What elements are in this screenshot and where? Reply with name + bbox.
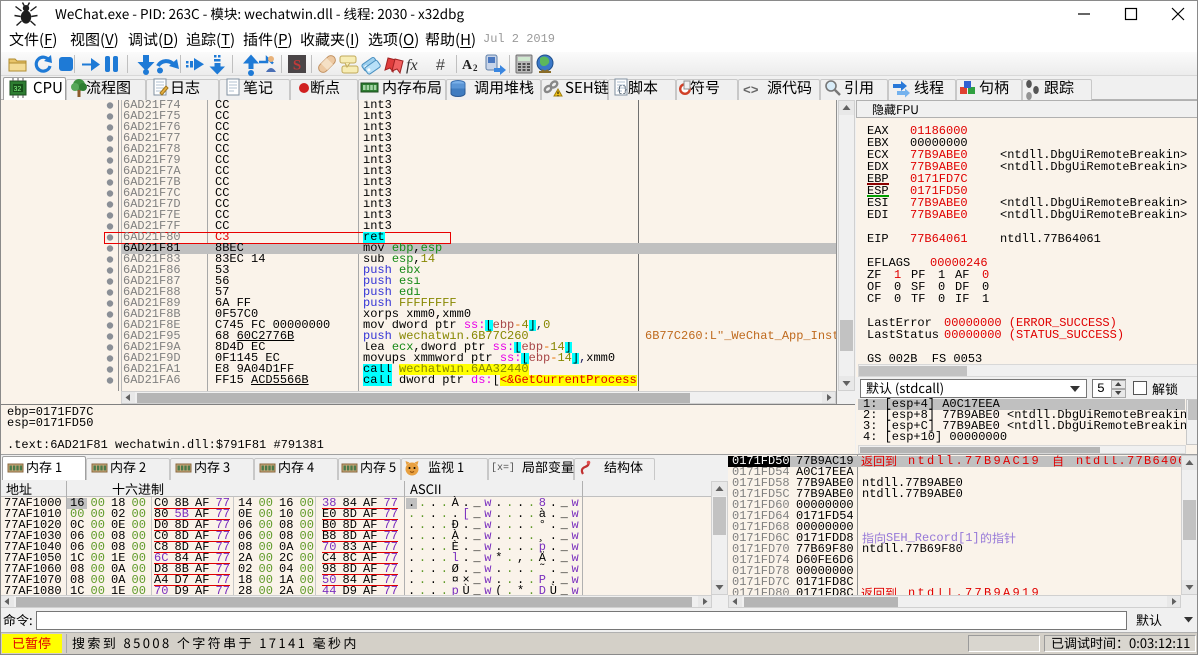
svg-text:#: # — [436, 57, 445, 74]
svg-text:2: 2 — [473, 63, 478, 73]
svg-text:S: S — [293, 58, 301, 74]
svg-text:A: A — [462, 58, 473, 73]
svg-text:{}: {} — [617, 85, 628, 95]
svg-text:<>: <> — [743, 83, 759, 98]
svg-text:32: 32 — [14, 86, 22, 93]
svg-text:fx: fx — [406, 57, 418, 74]
